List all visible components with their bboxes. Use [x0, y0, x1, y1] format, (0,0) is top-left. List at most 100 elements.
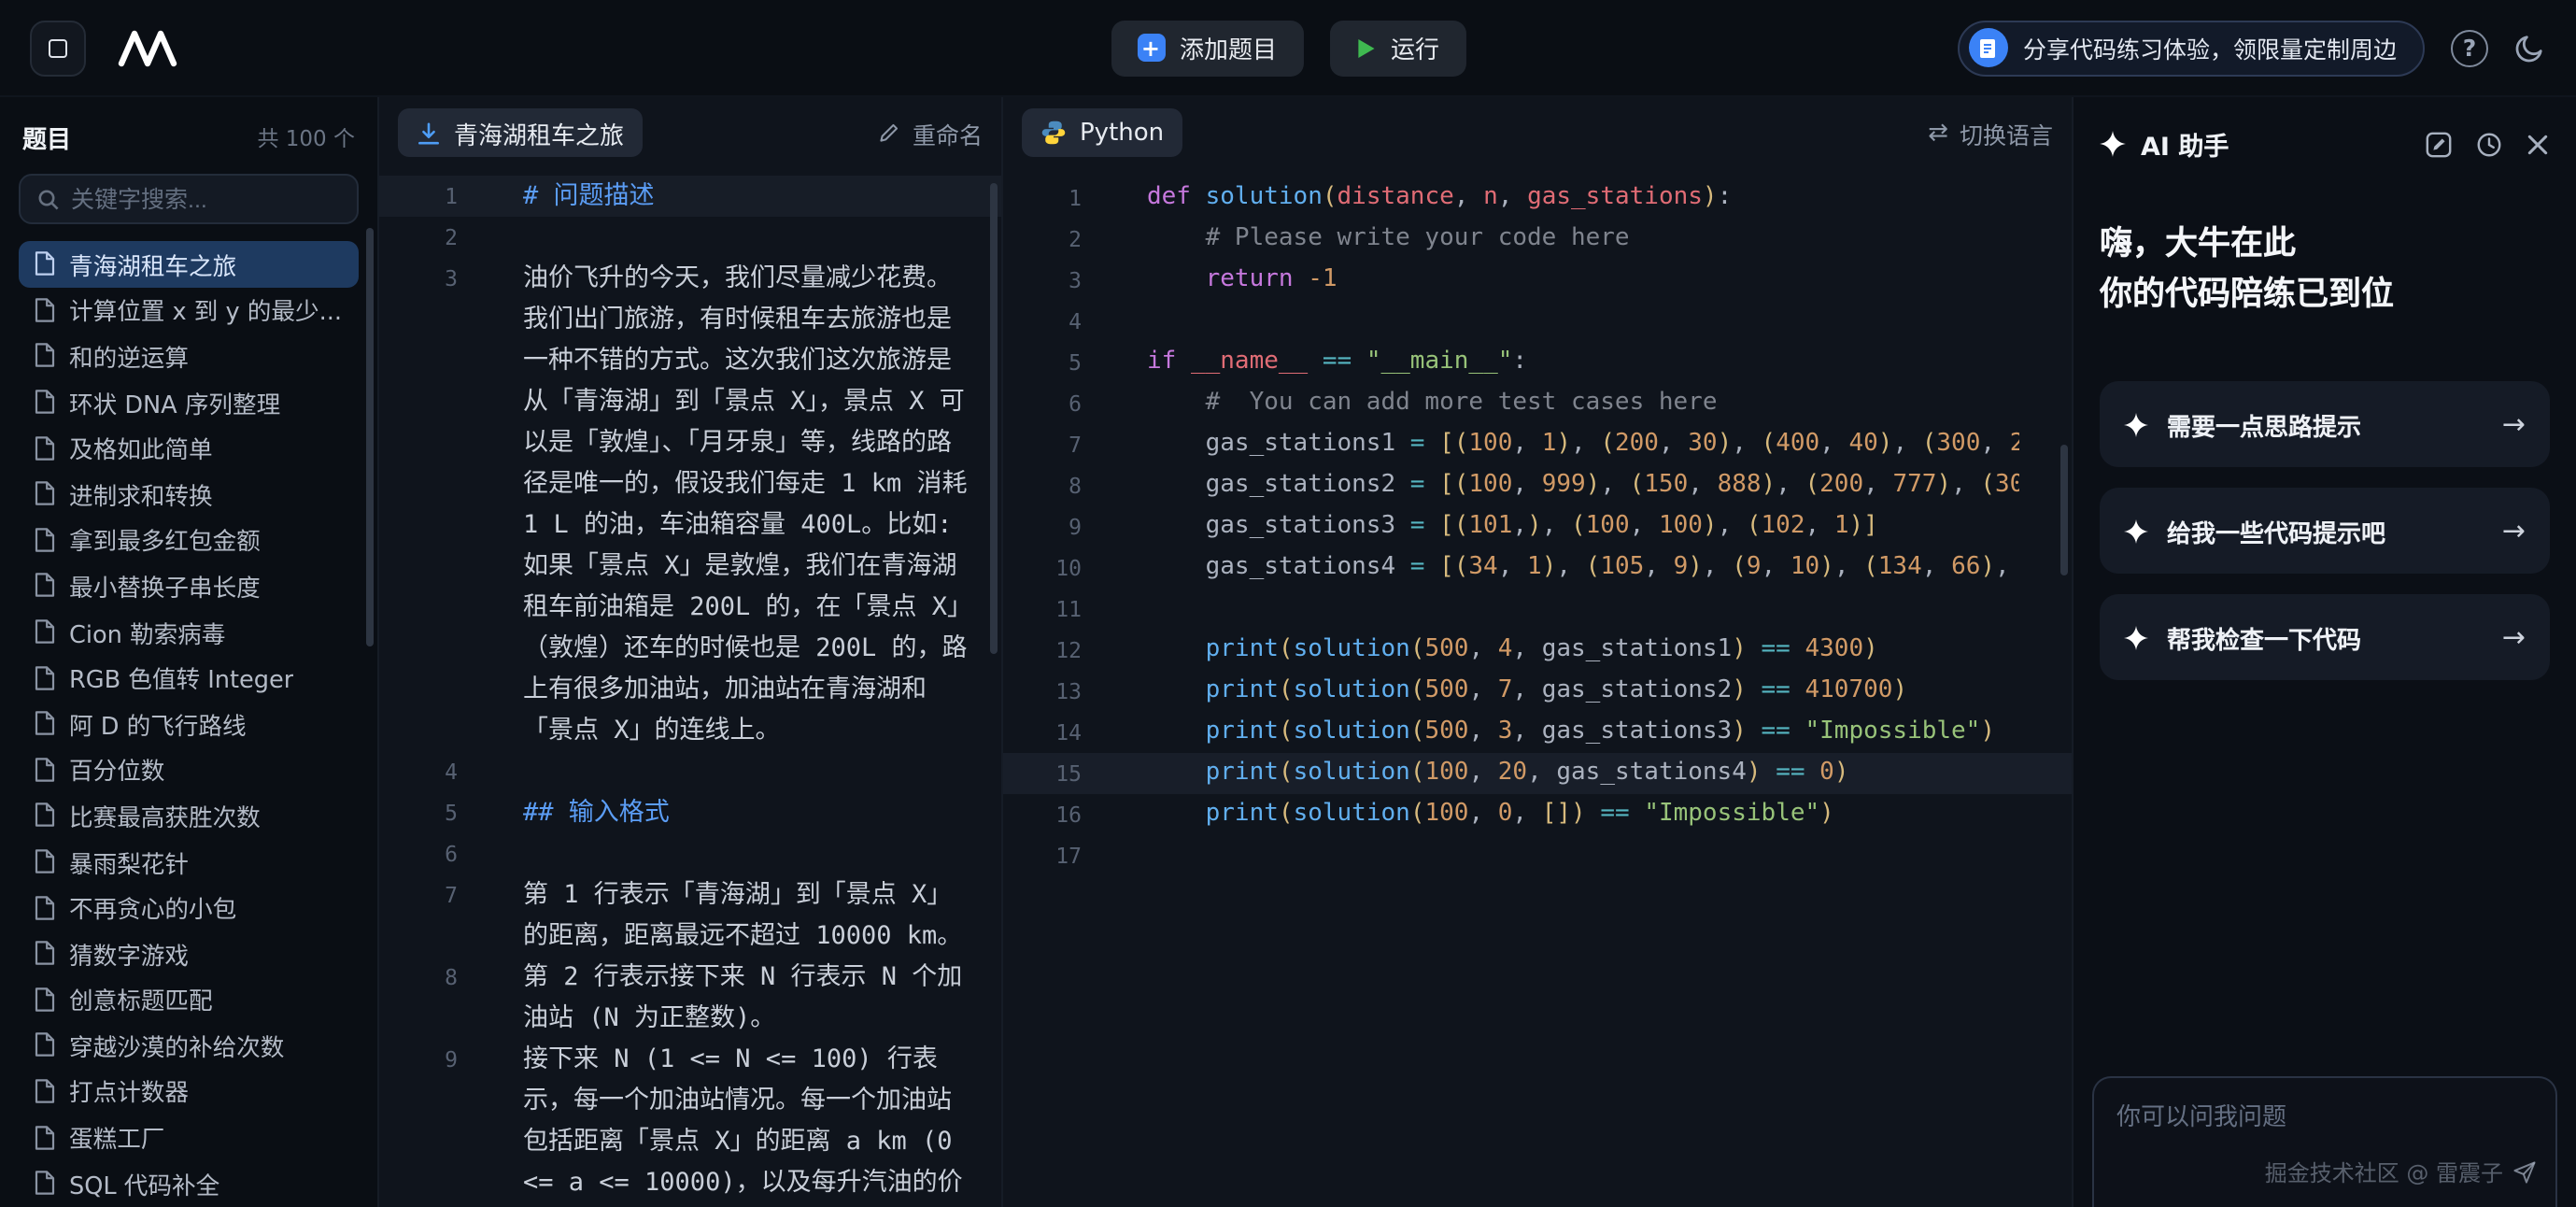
sidebar-item[interactable]: 百分位数 — [19, 746, 359, 792]
sidebar-item[interactable]: 青海湖租车之旅 — [19, 241, 359, 287]
problem-line[interactable]: 5## 输入格式 — [379, 792, 1001, 833]
sidebar-item[interactable]: RGB 色值转 Integer — [19, 655, 359, 701]
sidebar-item[interactable]: 阿 D 的飞行路线 — [19, 701, 359, 746]
topbar-actions: + 添加题目 运行 — [1111, 20, 1465, 76]
code-token: , — [1468, 635, 1497, 663]
code-line[interactable]: 2 # Please write your code here — [1003, 219, 2072, 260]
sidebar-item[interactable]: 不再贪心的小包 — [19, 885, 359, 930]
problem-line[interactable]: 2 — [379, 217, 1001, 258]
sidebar-item[interactable]: 计算位置 x 到 y 的最少... — [19, 287, 359, 333]
code-line[interactable]: 1def solution(distance, n, gas_stations)… — [1003, 178, 2072, 219]
code-line[interactable]: 12 print(solution(500, 4, gas_stations1)… — [1003, 630, 2072, 671]
sidebar-item[interactable]: 暴雨梨花针 — [19, 838, 359, 884]
new-chat-icon[interactable] — [2425, 130, 2453, 158]
problem-editor[interactable]: 1# 问题描述23油价飞升的今天，我们尽量减少花费。我们出门旅游，有时候租车去旅… — [379, 168, 1001, 1207]
sidebar-item[interactable]: 和的逆运算 — [19, 333, 359, 378]
search-box[interactable] — [19, 174, 359, 224]
add-problem-button[interactable]: + 添加题目 — [1111, 20, 1303, 76]
code-line[interactable]: 11 — [1003, 589, 2072, 630]
sidebar-scrollbar[interactable] — [366, 228, 374, 646]
switch-language-button[interactable]: ⇄ 切换语言 — [1928, 115, 2053, 150]
python-icon — [1040, 120, 1067, 146]
sidebar-item[interactable]: 最小替换子串长度 — [19, 562, 359, 608]
sidebar-item[interactable]: 环状 DNA 序列整理 — [19, 379, 359, 425]
code-token: ( — [1410, 759, 1425, 787]
sidebar-item[interactable]: 蛋糕工厂 — [19, 1115, 359, 1160]
problem-line[interactable]: 1# 问题描述 — [379, 176, 1001, 217]
code-line[interactable]: 3 return -1 — [1003, 260, 2072, 301]
code-line[interactable]: 15 print(solution(100, 20, gas_stations4… — [1003, 753, 2072, 794]
sidebar-item[interactable]: 打点计数器 — [19, 1068, 359, 1114]
search-input[interactable] — [71, 186, 340, 212]
ai-greeting-line1: 嗨，大牛在此 — [2100, 220, 2550, 271]
language-tab-label: Python — [1080, 119, 1164, 147]
ai-suggestion-1[interactable]: 需要一点思路提示→ — [2100, 381, 2550, 467]
code-token: 40 — [1848, 430, 1877, 458]
problem-tab[interactable]: 青海湖租车之旅 — [398, 108, 643, 157]
problem-scrollbar[interactable] — [990, 183, 998, 654]
sidebar-item[interactable]: 猜数字游戏 — [19, 930, 359, 976]
code-token: ( — [1805, 471, 1820, 499]
problem-line[interactable]: 4 — [379, 751, 1001, 792]
code-line[interactable]: 17 — [1003, 835, 2072, 876]
sidebar-item[interactable]: 及格如此简单 — [19, 425, 359, 471]
code-token: ) — [1542, 553, 1557, 581]
sidebar-item[interactable]: 拿到最多红包金额 — [19, 517, 359, 562]
code-token: ( — [1279, 759, 1294, 787]
ai-suggestion-2[interactable]: 给我一些代码提示吧→ — [2100, 488, 2550, 574]
code-token: ( — [1571, 512, 1586, 540]
code-line[interactable]: 8 gas_stations2 = [(100, 999), (150, 888… — [1003, 465, 2072, 506]
code-line[interactable]: 5if __name__ == "__main__": — [1003, 342, 2072, 383]
ai-question-input[interactable] — [2116, 1102, 2533, 1130]
sidebar-item[interactable]: 比赛最高获胜次数 — [19, 792, 359, 838]
rename-button[interactable]: 重命名 — [879, 115, 983, 150]
code-token: = — [1410, 553, 1425, 581]
history-icon[interactable] — [2475, 130, 2503, 158]
ai-suggestion-3[interactable]: 帮我检查一下代码→ — [2100, 594, 2550, 680]
problem-line[interactable]: 6 — [379, 833, 1001, 874]
sidebar-item[interactable]: 穿越沙漠的补给次数 — [19, 1022, 359, 1068]
document-icon — [34, 618, 56, 645]
code-line[interactable]: 13 print(solution(500, 7, gas_stations2)… — [1003, 671, 2072, 712]
code-line[interactable]: 9 gas_stations3 = [(101,), (100, 100), (… — [1003, 506, 2072, 547]
problem-line[interactable]: 9接下来 N (1 <= N <= 100) 行表示，每一个加油站情况。每一个加… — [379, 1039, 1001, 1207]
problem-line[interactable]: 8第 2 行表示接下来 N 行表示 N 个加油站 (N 为正整数)。 — [379, 957, 1001, 1039]
help-icon[interactable]: ? — [2451, 29, 2488, 66]
share-banner[interactable]: 分享代码练习体验，领限量定制周边 — [1958, 20, 2425, 76]
code-token: == — [1762, 676, 1790, 704]
sidebar-item[interactable]: SQL 代码补全 — [19, 1160, 359, 1206]
code-token: , — [1718, 512, 1747, 540]
code-token: 4300 — [1805, 635, 1864, 663]
run-button[interactable]: 运行 — [1329, 20, 1465, 76]
code-token: ) — [1556, 430, 1571, 458]
ai-input-box[interactable]: 掘金技术社区 @ 雷震子 — [2092, 1076, 2557, 1207]
ai-header-actions — [2425, 130, 2550, 158]
code-token: 0 — [1498, 800, 1513, 828]
code-line[interactable]: 6 # You can add more test cases here — [1003, 383, 2072, 424]
theme-toggle-icon[interactable] — [2514, 32, 2546, 64]
sidebar-item-label: 拿到最多红包金额 — [69, 522, 261, 558]
sidebar-item-label: 计算位置 x 到 y 的最少... — [69, 292, 342, 328]
sidebar-item[interactable]: 进制求和转换 — [19, 471, 359, 517]
code-line[interactable]: 4 — [1003, 301, 2072, 342]
code-scrollbar[interactable] — [2060, 445, 2068, 575]
code-line[interactable]: 16 print(solution(100, 0, []) == "Imposs… — [1003, 794, 2072, 835]
sidebar-toggle-button[interactable] — [30, 20, 86, 76]
code-line[interactable]: 10 gas_stations4 = [(34, 1), (105, 9), (… — [1003, 547, 2072, 589]
code-line[interactable]: 14 print(solution(500, 3, gas_stations3)… — [1003, 712, 2072, 753]
problem-line[interactable]: 7第 1 行表示「青海湖」到「景点 X」的距离，距离最远不超过 10000 km… — [379, 874, 1001, 957]
code-token: ( — [1279, 676, 1294, 704]
code-token: , — [1468, 759, 1497, 787]
problem-line-text: # 问题描述 — [499, 176, 1001, 217]
sidebar-item[interactable]: Cion 勒索病毒 — [19, 609, 359, 655]
sidebar-item[interactable]: 创意标题匹配 — [19, 976, 359, 1022]
code-token: [( — [1439, 512, 1468, 540]
language-tab[interactable]: Python — [1022, 108, 1182, 157]
code-line[interactable]: 7 gas_stations1 = [(100, 1), (200, 30), … — [1003, 424, 2072, 465]
problem-line[interactable]: 3油价飞升的今天，我们尽量减少花费。我们出门旅游，有时候租车去旅游也是一种不错的… — [379, 258, 1001, 751]
line-number: 2 — [379, 217, 499, 258]
code-editor[interactable]: 1def solution(distance, n, gas_stations)… — [1003, 168, 2072, 1207]
close-icon[interactable] — [2526, 132, 2550, 156]
rename-label: 重命名 — [913, 115, 983, 150]
code-token: , — [1468, 800, 1497, 828]
